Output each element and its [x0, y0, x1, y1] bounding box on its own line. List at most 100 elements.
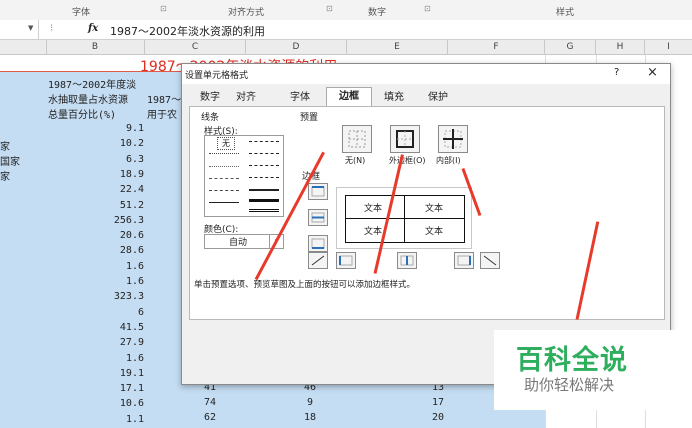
border-diagonal-down-button[interactable] [480, 252, 500, 269]
cell-b-header-line3[interactable]: 总量百分比(%) [48, 106, 116, 121]
cell-b-value[interactable]: 18.9 [120, 169, 144, 180]
cell-b-value[interactable]: 256.3 [114, 215, 144, 226]
ribbon-group-font: 字体 [72, 8, 91, 18]
cell-d-value[interactable]: 18 [304, 412, 316, 423]
cell-b-value[interactable]: 6 [138, 307, 144, 318]
cell-a-label[interactable]: 家 [0, 138, 10, 153]
column-header-e[interactable]: E [347, 40, 448, 54]
line-style-option[interactable] [249, 141, 279, 142]
name-box-dropdown-icon[interactable]: ▼ [28, 24, 33, 32]
ribbon-group-number: 数字 [368, 8, 387, 18]
border-bottom-button[interactable] [308, 235, 328, 252]
line-style-option[interactable] [249, 189, 279, 191]
border-middle-vertical-button[interactable] [397, 252, 417, 269]
alignment-dialog-launcher-icon[interactable]: ⊡ [326, 4, 333, 13]
cell-b-value[interactable]: 6.3 [126, 154, 144, 165]
insert-function-icon[interactable]: fx [88, 23, 98, 34]
column-header-c[interactable]: C [145, 40, 246, 54]
column-header-i[interactable]: I [645, 40, 692, 54]
cell-c-value[interactable]: 62 [204, 412, 216, 423]
cell-c-header-line1[interactable]: 1987～ [147, 91, 181, 106]
tab-alignment[interactable]: 对齐 [232, 89, 260, 106]
border-left-button[interactable] [336, 252, 356, 269]
cell-b-value[interactable]: 9.1 [126, 123, 144, 134]
border-bottom-icon [311, 238, 325, 249]
cell-b-value[interactable]: 323.3 [114, 291, 144, 302]
cell-b-value[interactable]: 27.9 [120, 337, 144, 348]
border-top-button[interactable] [308, 183, 328, 200]
watermark: 百科全说 助你轻松解决 [494, 330, 692, 410]
preview-text: 文本 [425, 204, 444, 214]
preset-outline-label[interactable]: 外边框(O) [389, 155, 426, 166]
cell-d-value[interactable]: 9 [307, 397, 313, 408]
ribbon-group-alignment: 对齐方式 [228, 8, 265, 18]
line-style-list[interactable]: 无 [204, 135, 284, 217]
name-box[interactable]: ▼ [0, 20, 39, 39]
column-header-h[interactable]: H [596, 40, 645, 54]
preset-outline-button[interactable] [390, 125, 420, 153]
cell-b-value[interactable]: 19.1 [120, 368, 144, 379]
help-button[interactable]: ? [614, 67, 619, 78]
preview-text: 文本 [364, 227, 383, 237]
tab-number[interactable]: 数字 [196, 89, 224, 106]
border-middle-horizontal-button[interactable] [308, 209, 328, 226]
border-hint-text: 单击预置选项、预览草图及上面的按钮可以添加边框样式。 [194, 280, 416, 290]
cell-e-value[interactable]: 17 [432, 397, 444, 408]
formula-input[interactable]: 1987～2002年淡水资源的利用 [110, 23, 265, 39]
cell-b-value[interactable]: 17.1 [120, 383, 144, 394]
cell-e-value[interactable]: 20 [432, 412, 444, 423]
line-style-none[interactable]: 无 [217, 137, 235, 150]
line-style-option[interactable] [249, 177, 279, 178]
line-style-option[interactable] [209, 202, 239, 203]
line-style-option[interactable] [249, 153, 279, 154]
cell-a-label[interactable]: 国家 [0, 153, 20, 168]
column-header-g[interactable]: G [545, 40, 596, 54]
column-header-f[interactable]: F [448, 40, 545, 54]
line-style-option[interactable] [249, 209, 279, 212]
preset-none-label[interactable]: 无(N) [345, 155, 365, 166]
preset-inside-label[interactable]: 内部(I) [436, 155, 461, 166]
cell-b-value[interactable]: 1.1 [126, 414, 144, 425]
number-dialog-launcher-icon[interactable]: ⊡ [424, 4, 431, 13]
border-right-button[interactable] [454, 252, 474, 269]
line-style-option[interactable] [209, 166, 239, 167]
cell-b-value[interactable]: 1.6 [126, 276, 144, 287]
cell-a-label[interactable]: 家 [0, 168, 10, 183]
cell-b-value[interactable]: 51.2 [120, 200, 144, 211]
column-header-b[interactable]: B [46, 40, 145, 54]
border-diagonal-up-button[interactable] [308, 252, 328, 269]
cell-b-value[interactable]: 10.2 [120, 138, 144, 149]
cell-c-value[interactable]: 74 [204, 397, 216, 408]
line-style-option[interactable] [209, 153, 239, 154]
cell-c-header-line2[interactable]: 用于农 [147, 106, 177, 121]
preset-none-button[interactable] [342, 125, 372, 153]
tab-protection[interactable]: 保护 [424, 89, 452, 106]
line-style-option[interactable] [209, 178, 239, 179]
ribbon-group-styles: 样式 [556, 8, 575, 18]
line-style-option[interactable] [249, 165, 279, 166]
cell-b-header-line1[interactable]: 1987～2002年度淡 [48, 76, 136, 91]
line-style-option[interactable] [209, 190, 239, 191]
cell-b-value[interactable]: 41.5 [120, 322, 144, 333]
column-header-d[interactable]: D [246, 40, 347, 54]
tab-fill[interactable]: 填充 [380, 89, 408, 106]
preset-inside-button[interactable] [438, 125, 468, 153]
border-none-icon [348, 130, 366, 148]
tab-font[interactable]: 字体 [286, 89, 314, 106]
border-preview[interactable]: 文本 文本 文本 文本 [336, 187, 472, 249]
cell-b-value[interactable]: 22.4 [120, 184, 144, 195]
tab-border[interactable]: 边框 [326, 87, 372, 107]
cell-b-value[interactable]: 1.6 [126, 261, 144, 272]
font-dialog-launcher-icon[interactable]: ⊡ [160, 4, 167, 13]
cell-b-value[interactable]: 1.6 [126, 353, 144, 364]
border-inside-icon [443, 129, 463, 149]
cell-b-value[interactable]: 28.6 [120, 245, 144, 256]
cell-b-value[interactable]: 20.6 [120, 230, 144, 241]
line-style-option[interactable] [249, 199, 279, 202]
cell-b-value[interactable]: 10.6 [120, 398, 144, 409]
close-button[interactable]: × [647, 65, 658, 80]
formula-bar-separator: ⁝ [50, 23, 54, 34]
dialog-title-bar[interactable]: 设置单元格格式 ? × [182, 64, 670, 84]
column-header-a[interactable] [0, 40, 47, 54]
cell-b-header-line2[interactable]: 水抽取量占水资源 [48, 91, 128, 106]
